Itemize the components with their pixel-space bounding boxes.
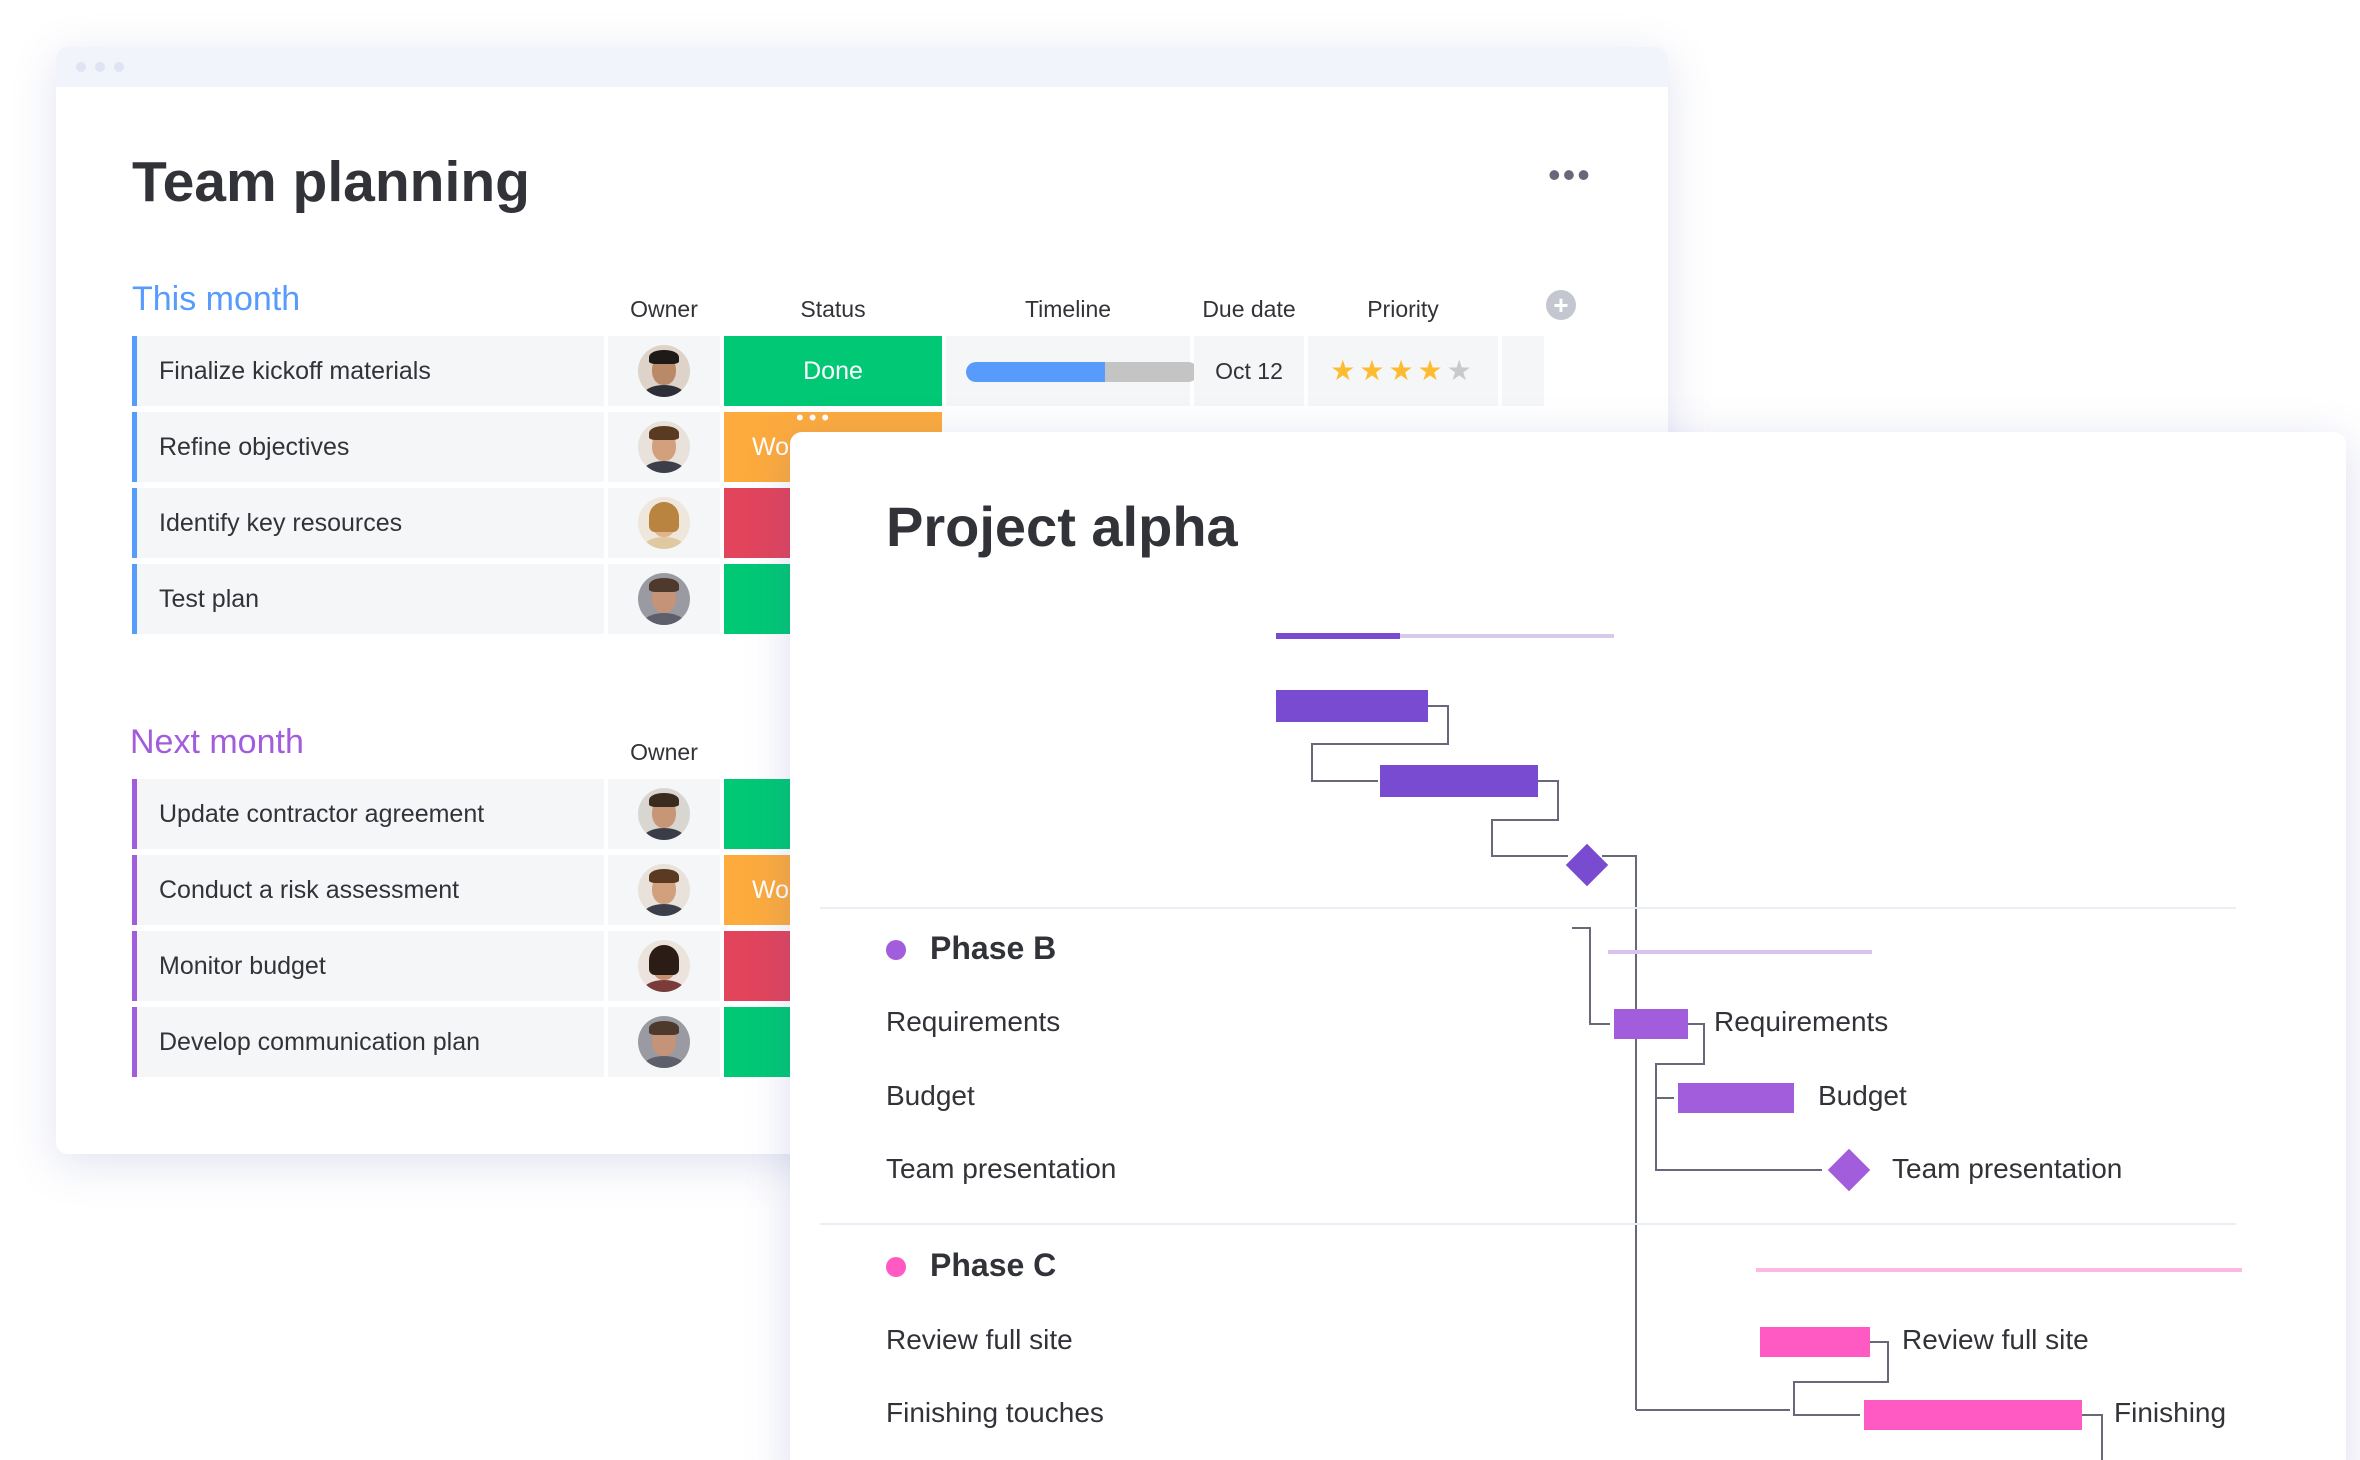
- task-label[interactable]: Finishing touches: [886, 1397, 1104, 1429]
- avatar[interactable]: [638, 345, 690, 397]
- group-title-next-month[interactable]: Next month: [130, 723, 304, 762]
- dependency-connector: [1602, 855, 1637, 1410]
- owner-cell[interactable]: [608, 931, 720, 1001]
- phase-b-color-dot: [886, 940, 906, 960]
- star-icon[interactable]: ★: [1330, 355, 1359, 386]
- column-header-timeline[interactable]: Timeline: [946, 296, 1190, 323]
- group-title-this-month[interactable]: This month: [132, 280, 300, 319]
- task-label[interactable]: Budget: [886, 1080, 975, 1112]
- owner-cell[interactable]: [608, 855, 720, 925]
- gantt-bar[interactable]: [1760, 1327, 1870, 1357]
- star-icon[interactable]: ★: [1418, 355, 1447, 386]
- owner-cell[interactable]: [608, 1007, 720, 1077]
- due-date-cell[interactable]: Oct 12: [1194, 336, 1304, 406]
- owner-cell[interactable]: [608, 779, 720, 849]
- phase-c-color-dot: [886, 1257, 906, 1277]
- plus-circle-icon[interactable]: +: [1546, 290, 1576, 320]
- column-header-owner[interactable]: Owner: [608, 296, 720, 323]
- column-header-due-date[interactable]: Due date: [1194, 296, 1304, 323]
- extra-cell: [1502, 336, 1544, 406]
- avatar[interactable]: [638, 864, 690, 916]
- gantt-bar-label: Finishing: [2114, 1397, 2227, 1428]
- window-dot-icon[interactable]: [95, 62, 105, 72]
- phase-divider: [820, 907, 2236, 909]
- task-label[interactable]: Requirements: [886, 1006, 1060, 1038]
- item-name[interactable]: Refine objectives: [132, 412, 604, 482]
- timeline-bar: [966, 362, 1198, 382]
- star-icon[interactable]: ★: [1388, 355, 1417, 386]
- task-label[interactable]: Team presentation: [886, 1153, 1116, 1185]
- task-label[interactable]: Review full site: [886, 1324, 1073, 1356]
- item-name[interactable]: Develop communication plan: [132, 1007, 604, 1077]
- star-icon[interactable]: ★: [1359, 355, 1388, 386]
- status-overflow-indicator: •••: [796, 405, 835, 430]
- gantt-milestone[interactable]: [1827, 1148, 1871, 1192]
- gantt-bar[interactable]: [1614, 1009, 1688, 1039]
- dependency-connector: [1572, 927, 1610, 1025]
- board-title: Team planning: [132, 150, 530, 214]
- item-name[interactable]: Conduct a risk assessment: [132, 855, 604, 925]
- avatar[interactable]: [638, 497, 690, 549]
- avatar[interactable]: [638, 788, 690, 840]
- owner-cell[interactable]: [608, 412, 720, 482]
- item-name[interactable]: Monitor budget: [132, 931, 604, 1001]
- dependency-connector: [2082, 1414, 2103, 1460]
- avatar[interactable]: [638, 940, 690, 992]
- item-name[interactable]: Update contractor agreement: [132, 779, 604, 849]
- gantt-milestone[interactable]: [1565, 843, 1609, 887]
- owner-cell[interactable]: [608, 488, 720, 558]
- owner-cell[interactable]: [608, 564, 720, 634]
- project-alpha-gantt: Project alpha Phase B Requirements Budge…: [790, 432, 2346, 1460]
- phase-title-c[interactable]: Phase C: [930, 1247, 1056, 1284]
- column-header-priority[interactable]: Priority: [1308, 296, 1498, 323]
- window-controls: [76, 62, 124, 72]
- gantt-bar-label: Team presentation: [1892, 1153, 2123, 1184]
- item-name[interactable]: Test plan: [132, 564, 604, 634]
- star-icon[interactable]: ★: [1447, 355, 1476, 386]
- avatar[interactable]: [638, 1016, 690, 1068]
- priority-rating[interactable]: ★★★★★: [1308, 336, 1498, 406]
- column-header-owner[interactable]: Owner: [608, 739, 720, 766]
- gantt-bar-label: Review full site: [1902, 1324, 2089, 1355]
- gantt-bar-label: Requirements: [1714, 1006, 1889, 1037]
- phase-divider: [820, 1223, 2236, 1225]
- timeline-cell[interactable]: [946, 336, 1198, 406]
- timeline-progress: [966, 362, 1106, 382]
- window-titlebar: [56, 47, 1668, 87]
- owner-cell[interactable]: [608, 336, 720, 406]
- item-name[interactable]: Finalize kickoff materials: [132, 336, 604, 406]
- phase-title-b[interactable]: Phase B: [930, 930, 1056, 967]
- status-cell[interactable]: Done: [724, 336, 942, 406]
- gantt-bar[interactable]: [1678, 1083, 1794, 1113]
- gantt-bar[interactable]: [1864, 1400, 2082, 1430]
- more-horizontal-icon[interactable]: •••: [1548, 157, 1592, 193]
- avatar[interactable]: [638, 421, 690, 473]
- gantt-bar[interactable]: [1380, 765, 1538, 797]
- window-dot-icon[interactable]: [114, 62, 124, 72]
- avatar[interactable]: [638, 573, 690, 625]
- column-header-status[interactable]: Status: [724, 296, 942, 323]
- gantt-bar[interactable]: [1276, 690, 1428, 722]
- gantt-bar-label: Budget: [1818, 1080, 1907, 1111]
- item-name[interactable]: Identify key resources: [132, 488, 604, 558]
- window-dot-icon[interactable]: [76, 62, 86, 72]
